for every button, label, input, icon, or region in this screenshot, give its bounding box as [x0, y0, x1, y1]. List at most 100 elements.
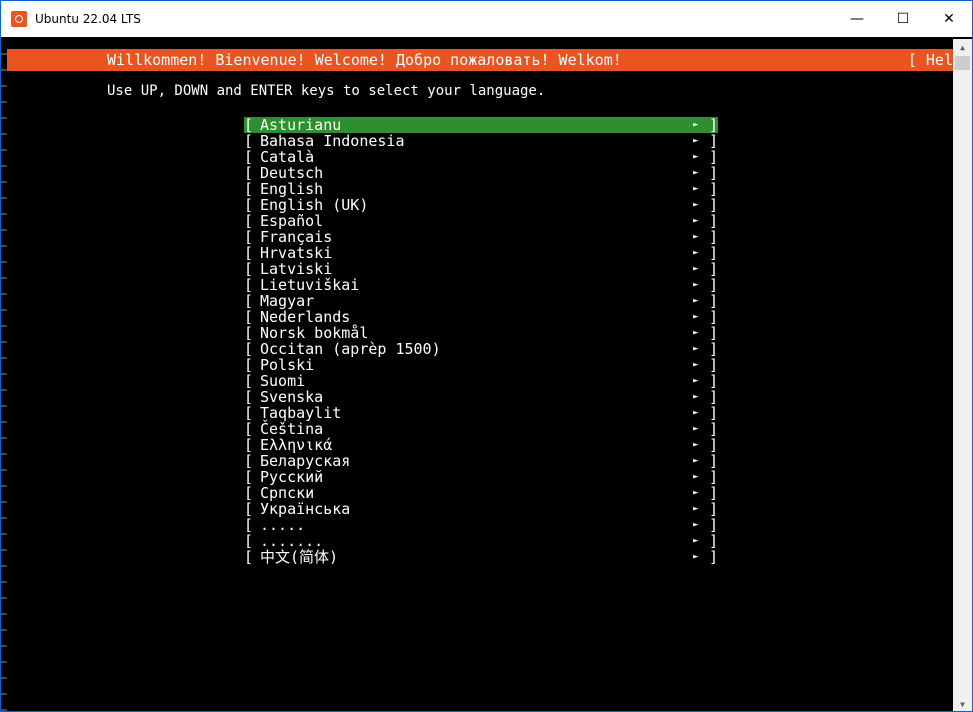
language-option[interactable]: [Taqbaylit ►]	[244, 405, 718, 421]
left-bracket: [	[244, 212, 254, 230]
scroll-up-icon[interactable]: ▲	[953, 39, 972, 56]
language-option[interactable]: [Magyar ►]	[244, 293, 718, 309]
submenu-arrow-icon: ►	[693, 360, 699, 370]
language-option[interactable]: [Čeština ►]	[244, 421, 718, 437]
scroll-down-icon[interactable]: ▼	[953, 696, 972, 711]
language-option[interactable]: [Русский ►]	[244, 469, 718, 485]
submenu-arrow-icon: ►	[693, 200, 699, 210]
language-label: Hrvatski	[260, 244, 333, 262]
left-bracket: [	[244, 404, 254, 422]
submenu-arrow-icon: ►	[693, 344, 699, 354]
left-bracket: [	[244, 292, 254, 310]
language-option[interactable]: [Català ►]	[244, 149, 718, 165]
language-option[interactable]: [..... ►]	[244, 517, 718, 533]
language-label: .......	[260, 532, 324, 550]
language-option[interactable]: [Polski ►]	[244, 357, 718, 373]
language-option[interactable]: [Беларуская ►]	[244, 453, 718, 469]
left-bracket: [	[244, 180, 254, 198]
right-bracket: ]	[709, 548, 719, 566]
submenu-arrow-icon: ►	[693, 168, 699, 178]
language-label: English	[260, 180, 324, 198]
banner-text: Willkommen! Bienvenue! Welcome! Добро по…	[107, 51, 622, 69]
left-bracket: [	[244, 148, 254, 166]
right-bracket: ]	[709, 116, 719, 134]
right-bracket: ]	[709, 148, 719, 166]
language-option[interactable]: [Norsk bokmål ►]	[244, 325, 718, 341]
submenu-arrow-icon: ►	[693, 424, 699, 434]
language-label: Català	[260, 148, 315, 166]
language-label: Français	[260, 228, 333, 246]
right-bracket: ]	[709, 324, 719, 342]
submenu-arrow-icon: ►	[693, 376, 699, 386]
language-option[interactable]: [中文(简体) ►]	[244, 549, 718, 565]
language-label: 中文(简体)	[260, 548, 339, 566]
right-bracket: ]	[709, 516, 719, 534]
language-option[interactable]: [ Asturianu ►]	[244, 117, 718, 133]
language-option[interactable]: [Occitan (aprèp 1500) ►]	[244, 341, 718, 357]
language-option[interactable]: [Bahasa Indonesia ►]	[244, 133, 718, 149]
right-bracket: ]	[709, 132, 719, 150]
left-bracket: [	[244, 228, 254, 246]
right-bracket: ]	[709, 452, 719, 470]
language-label: .....	[260, 516, 306, 534]
left-bracket: [	[244, 500, 254, 518]
title-bar[interactable]: Ubuntu 22.04 LTS — ☐ ✕	[1, 1, 972, 37]
language-option[interactable]: [Deutsch ►]	[244, 165, 718, 181]
submenu-arrow-icon: ►	[693, 488, 699, 498]
right-bracket: ]	[709, 276, 719, 294]
left-bracket: [	[244, 260, 254, 278]
left-bracket: [	[244, 484, 254, 502]
right-bracket: ]	[709, 388, 719, 406]
language-option[interactable]: [English (UK) ►]	[244, 197, 718, 213]
language-option[interactable]: [Français ►]	[244, 229, 718, 245]
language-option[interactable]: [Español ►]	[244, 213, 718, 229]
left-bracket: [	[244, 532, 254, 550]
right-bracket: ]	[709, 340, 719, 358]
vertical-scrollbar[interactable]: ▲ ▼	[953, 39, 972, 711]
language-label: Беларуская	[260, 452, 351, 470]
language-option[interactable]: [Ελληνικά ►]	[244, 437, 718, 453]
language-label: Taqbaylit	[260, 404, 342, 422]
language-option[interactable]: [....... ►]	[244, 533, 718, 549]
language-option[interactable]: [Suomi ►]	[244, 373, 718, 389]
submenu-arrow-icon: ►	[693, 536, 699, 546]
language-label: Svenska	[260, 388, 324, 406]
right-bracket: ]	[709, 244, 719, 262]
language-option[interactable]: [Hrvatski ►]	[244, 245, 718, 261]
submenu-arrow-icon: ►	[693, 280, 699, 290]
terminal-screen[interactable]: Willkommen! Bienvenue! Welcome! Добро по…	[7, 39, 953, 711]
language-label: Asturianu	[260, 116, 342, 134]
submenu-arrow-icon: ►	[693, 296, 699, 306]
close-button[interactable]: ✕	[926, 1, 972, 37]
right-bracket: ]	[709, 260, 719, 278]
left-bracket: [	[244, 276, 254, 294]
language-option[interactable]: [English ►]	[244, 181, 718, 197]
submenu-arrow-icon: ►	[693, 264, 699, 274]
submenu-arrow-icon: ►	[693, 504, 699, 514]
scroll-thumb[interactable]	[955, 56, 970, 70]
submenu-arrow-icon: ►	[693, 520, 699, 530]
left-bracket: [	[244, 308, 254, 326]
submenu-arrow-icon: ►	[693, 456, 699, 466]
language-label: Latviski	[260, 260, 333, 278]
ubuntu-icon	[11, 11, 27, 27]
left-bracket: [	[244, 244, 254, 262]
language-option[interactable]: [Српски ►]	[244, 485, 718, 501]
language-option[interactable]: [Nederlands ►]	[244, 309, 718, 325]
language-label: Русский	[260, 468, 324, 486]
left-bracket: [	[244, 164, 254, 182]
submenu-arrow-icon: ►	[693, 184, 699, 194]
language-option[interactable]: [Українська ►]	[244, 501, 718, 517]
language-label: Norsk bokmål	[260, 324, 369, 342]
maximize-button[interactable]: ☐	[880, 1, 926, 37]
minimize-button[interactable]: —	[834, 1, 880, 37]
help-button[interactable]: [ Hel	[908, 49, 953, 71]
language-option[interactable]: [ Latviski ►]	[244, 261, 718, 277]
language-label: Español	[260, 212, 324, 230]
language-option[interactable]: [Lietuviškai ►]	[244, 277, 718, 293]
submenu-arrow-icon: ►	[693, 120, 699, 130]
language-option[interactable]: [Svenska ►]	[244, 389, 718, 405]
left-bracket: [	[244, 116, 254, 134]
language-label: Nederlands	[260, 308, 351, 326]
instruction-text: Use UP, DOWN and ENTER keys to select yo…	[107, 83, 546, 99]
